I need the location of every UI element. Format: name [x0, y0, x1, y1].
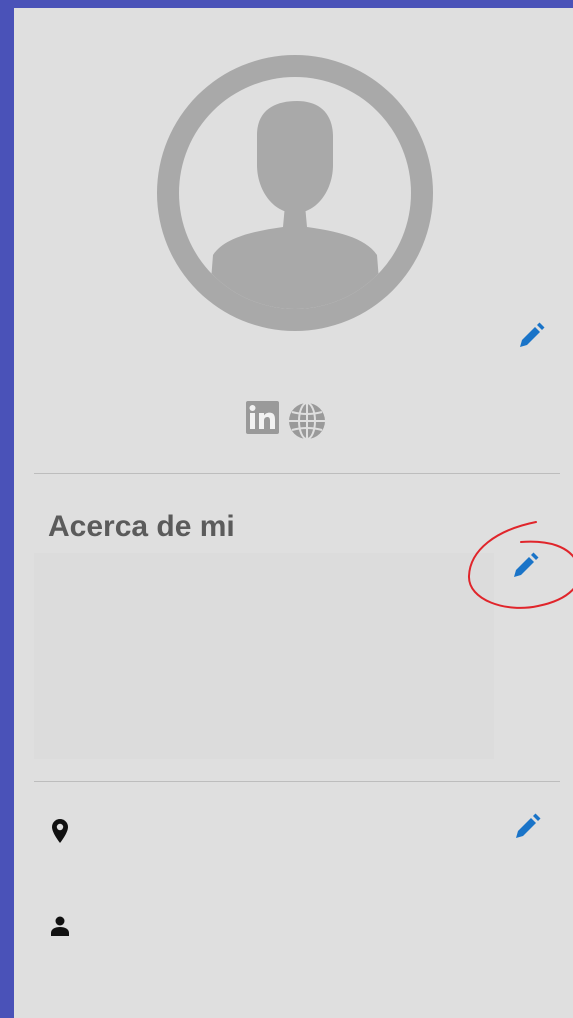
social-links [246, 401, 327, 446]
pencil-icon [516, 813, 541, 838]
pencil-icon [520, 322, 545, 347]
person-icon [51, 916, 69, 941]
edit-about-button[interactable] [510, 551, 540, 581]
edit-details-button[interactable] [512, 812, 542, 842]
divider [34, 473, 560, 474]
divider [34, 781, 560, 782]
person-glyph [51, 916, 69, 936]
linkedin-glyph [249, 405, 275, 429]
pencil-icon [514, 552, 539, 577]
profile-panel: Acerca de mi [14, 8, 573, 1018]
avatar[interactable] [157, 55, 433, 331]
globe-icon[interactable] [287, 401, 327, 446]
user-avatar-placeholder-icon [157, 55, 433, 331]
map-pin-icon [52, 819, 68, 848]
about-text-box[interactable] [34, 553, 494, 759]
globe-glyph [289, 402, 325, 440]
linkedin-icon[interactable] [246, 401, 279, 434]
edit-profile-button[interactable] [516, 321, 546, 351]
map-pin-glyph [52, 819, 68, 843]
about-title: Acerca de mi [48, 510, 235, 543]
